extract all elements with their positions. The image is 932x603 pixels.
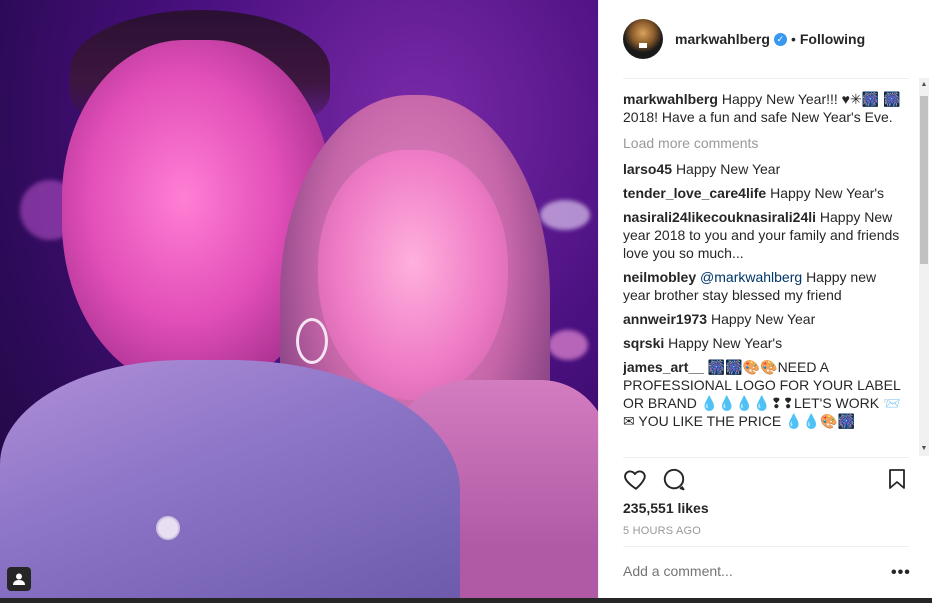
following-button[interactable]: Following — [800, 31, 865, 47]
separator-dot: • — [790, 31, 796, 47]
comment-bubble-icon[interactable] — [661, 466, 689, 494]
comment-item: james_art__ 🎆🎆🎨🎨NEED A PROFESSIONAL LOGO… — [623, 358, 905, 430]
comment-username[interactable]: annweir1973 — [623, 311, 707, 327]
heart-icon[interactable] — [623, 466, 651, 494]
add-comment-input[interactable] — [623, 563, 873, 579]
comment-username[interactable]: sqrski — [623, 335, 664, 351]
user-tag-icon[interactable] — [7, 567, 31, 591]
comment-text: Happy New Year — [675, 161, 781, 177]
comments-scrollbar[interactable]: ▲ ▼ — [919, 78, 929, 456]
comment-text: Happy New Year's — [770, 185, 885, 201]
shirt-button — [156, 516, 180, 540]
caption-username[interactable]: markwahlberg — [623, 91, 718, 107]
comment-username[interactable]: tender_love_care4life — [623, 185, 766, 201]
divider — [623, 457, 909, 458]
post-actions — [623, 466, 909, 496]
caption: markwahlberg Happy New Year!!! ♥✳🎆 🎆 201… — [623, 90, 905, 126]
divider — [623, 546, 909, 547]
comment-item: sqrski Happy New Year's — [623, 334, 905, 352]
scrollbar-thumb[interactable] — [920, 96, 928, 264]
comment-mention-link[interactable]: @markwahlberg — [700, 269, 802, 285]
comment-text: Happy New Year — [710, 311, 816, 327]
load-more-comments-link[interactable]: Load more comments — [623, 134, 905, 152]
comment-username[interactable]: nasirali24likecouknasirali24li — [623, 209, 816, 225]
comment-username[interactable]: neilmobley — [623, 269, 696, 285]
comment-text: Happy New Year's — [668, 335, 783, 351]
scroll-down-arrow-icon[interactable]: ▼ — [919, 444, 929, 454]
comment-username[interactable]: james_art__ — [623, 359, 704, 375]
post-sidebar: markwahlberg ✓ • Following markwahlberg … — [598, 0, 932, 603]
scroll-up-arrow-icon[interactable]: ▲ — [919, 80, 929, 90]
verified-badge-icon: ✓ — [773, 32, 787, 46]
bokeh-light — [548, 330, 588, 360]
comment-username[interactable]: larso45 — [623, 161, 672, 177]
avatar[interactable] — [623, 19, 663, 59]
divider — [623, 78, 909, 79]
woman-face — [318, 150, 508, 400]
likes-count[interactable]: 235,551 likes — [623, 500, 709, 516]
man-shirt — [0, 360, 460, 603]
header-username[interactable]: markwahlberg — [675, 31, 770, 47]
comment-item: tender_love_care4life Happy New Year's — [623, 184, 905, 202]
post-timestamp[interactable]: 5 HOURS AGO — [623, 525, 701, 537]
bookmark-icon[interactable] — [885, 466, 913, 494]
earring — [296, 318, 328, 364]
more-options-icon[interactable]: ••• — [891, 564, 911, 582]
window-bottom-edge — [0, 598, 932, 603]
comment-item: larso45 Happy New Year — [623, 160, 905, 178]
comments-list[interactable]: markwahlberg Happy New Year!!! ♥✳🎆 🎆 201… — [623, 90, 905, 452]
post-header: markwahlberg ✓ • Following — [623, 17, 932, 61]
instagram-post-view: markwahlberg ✓ • Following markwahlberg … — [0, 0, 932, 603]
comment-item: annweir1973 Happy New Year — [623, 310, 905, 328]
comment-item: neilmobley @markwahlberg Happy new year … — [623, 268, 905, 304]
post-photo[interactable] — [0, 0, 598, 603]
bokeh-light — [540, 200, 590, 230]
comment-item: nasirali24likecouknasirali24li Happy New… — [623, 208, 905, 262]
